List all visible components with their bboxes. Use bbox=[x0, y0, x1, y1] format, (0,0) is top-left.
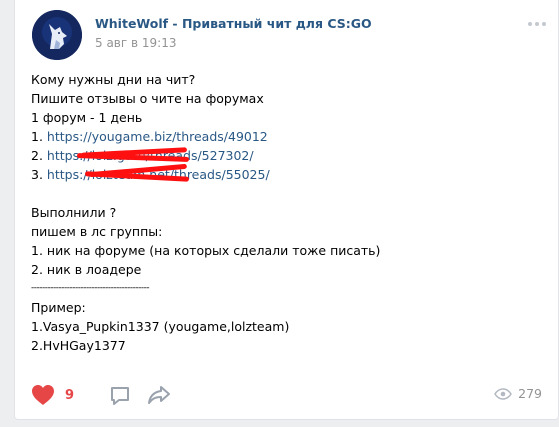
like-button[interactable]: 9 bbox=[31, 384, 74, 406]
share-button[interactable] bbox=[147, 384, 171, 410]
share-icon bbox=[148, 386, 170, 404]
post-line: Пишите отзывы о чите на форумах bbox=[31, 91, 264, 106]
wolf-logo bbox=[32, 10, 82, 60]
post-line: Кому нужны дни на чит? bbox=[31, 72, 196, 87]
post-actions: 9 279 bbox=[31, 384, 542, 408]
post-author[interactable]: WhiteWolf - Приватный чит для CS:GO bbox=[95, 16, 372, 31]
divider-line: ----------------------------------------… bbox=[31, 283, 150, 293]
post-line: 1. ник на форуме (на которых сделали тож… bbox=[31, 243, 381, 258]
wall-post: WhiteWolf - Приватный чит для CS:GO 5 ав… bbox=[14, 0, 559, 420]
heart-icon bbox=[32, 385, 54, 405]
thread-link[interactable]: https://yougame.biz/threads/49012 bbox=[47, 129, 268, 144]
link-line: 1. https://yougame.biz/threads/49012 bbox=[31, 127, 531, 146]
post-line: 1 форум - 1 день bbox=[31, 110, 143, 125]
post-line: Выполнили ? bbox=[31, 205, 117, 220]
eye-icon bbox=[494, 387, 513, 400]
post-date[interactable]: 5 авг в 19:13 bbox=[95, 36, 176, 50]
post-line: Пример: bbox=[31, 300, 86, 315]
post-text: Кому нужны дни на чит? Пишите отзывы о ч… bbox=[31, 70, 531, 355]
link-line: 3. https://lolzteam.net/threads/55025/ bbox=[31, 163, 531, 184]
link-line: 2. https://lolz.guru/threads/527302/ bbox=[31, 146, 531, 165]
avatar[interactable] bbox=[32, 10, 82, 60]
link-prefix: 2. bbox=[31, 148, 47, 163]
post-line: 2. ник в лоадере bbox=[31, 262, 142, 277]
post-line: пишем в лс группы: bbox=[31, 224, 163, 239]
post-line: 1.Vasya_Pupkin1337 (yougame,lolzteam) bbox=[31, 319, 290, 334]
comment-button[interactable] bbox=[109, 385, 131, 411]
link-prefix: 3. bbox=[31, 167, 47, 182]
views-count: 279 bbox=[518, 386, 542, 401]
link-prefix: 1. bbox=[31, 129, 47, 144]
post-line: 2.HvHGay1377 bbox=[31, 338, 126, 353]
views-counter: 279 bbox=[494, 386, 542, 401]
comment-icon bbox=[111, 387, 129, 405]
more-icon[interactable] bbox=[528, 22, 546, 26]
like-count: 9 bbox=[65, 387, 75, 403]
